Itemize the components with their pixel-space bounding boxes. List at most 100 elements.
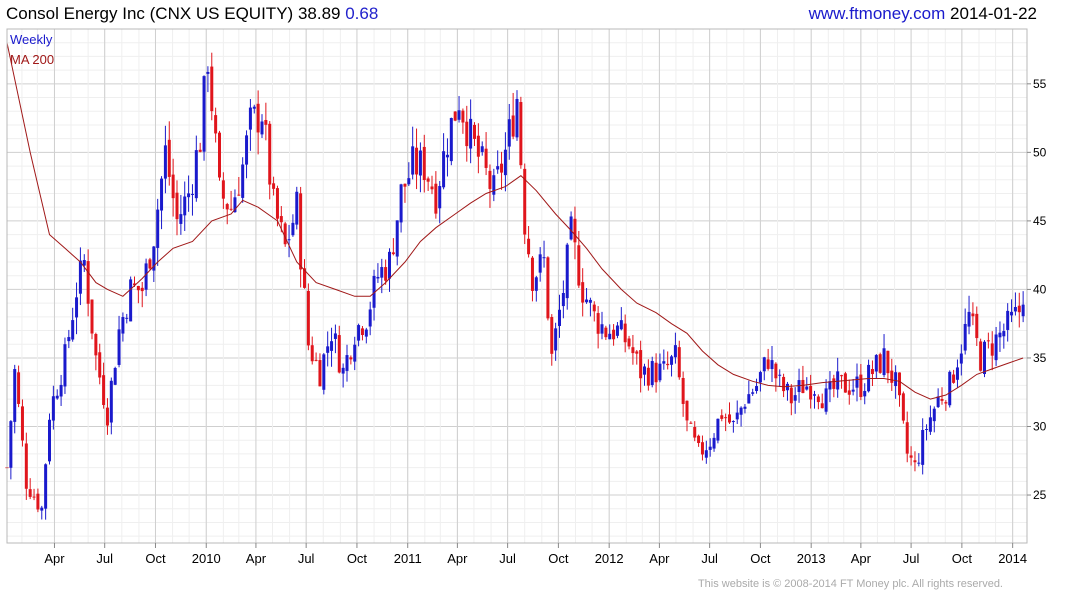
candle-down [689, 422, 693, 424]
x-tick-label: 2014 [998, 551, 1027, 566]
candle-up [51, 396, 55, 421]
candle-down [171, 174, 175, 199]
candle-up [747, 394, 751, 404]
candle-up [40, 507, 44, 511]
candle-down [94, 334, 98, 356]
candle-down [990, 343, 994, 356]
x-tick-label: Jul [96, 551, 113, 566]
candle-down [986, 340, 990, 342]
candle-down [264, 119, 268, 125]
candle-up [565, 244, 569, 299]
candle-down [627, 338, 631, 347]
candle-up [322, 354, 326, 390]
candle-down [820, 403, 824, 409]
candle-up [291, 222, 295, 236]
candle-down [32, 496, 36, 498]
candle-down [1017, 305, 1021, 313]
candle-down [422, 146, 426, 181]
x-tick-label: Oct [548, 551, 569, 566]
candle-up [418, 150, 422, 176]
candle-down [384, 267, 388, 281]
candle-down [901, 393, 905, 421]
candle-up [183, 196, 187, 216]
candle-up [1006, 310, 1010, 330]
candle-up [71, 320, 75, 340]
candle-up [395, 220, 399, 257]
x-tick-label: Apr [44, 551, 65, 566]
candle-up [650, 361, 654, 386]
candle-down [666, 363, 670, 366]
candle-down [859, 374, 863, 398]
candle-down [272, 183, 276, 189]
candle-down [140, 287, 144, 292]
x-tick-label: Apr [246, 551, 267, 566]
candle-up [179, 214, 183, 224]
candle-down [214, 115, 218, 134]
candle-down [349, 357, 353, 360]
candle-up [442, 151, 446, 188]
candle-up [113, 367, 117, 385]
candle-up [600, 324, 604, 334]
candle-up [380, 267, 384, 278]
candle-down [17, 372, 21, 404]
candle-down [237, 194, 241, 196]
candle-up [187, 193, 191, 198]
candle-down [511, 115, 515, 137]
candle-up [295, 191, 299, 225]
candle-up [48, 419, 51, 462]
candle-down [530, 257, 534, 291]
candle-up [785, 383, 789, 391]
candle-up [793, 395, 797, 401]
candle-up [357, 325, 361, 341]
candle-up [160, 178, 164, 211]
candle-up [469, 118, 473, 149]
candle-down [581, 282, 585, 303]
candle-down [905, 422, 909, 454]
candle-down [484, 148, 488, 168]
candle-down [898, 372, 901, 396]
x-tick-label: Oct [347, 551, 368, 566]
candle-down [102, 375, 106, 405]
candle-down [318, 360, 322, 387]
candle-up [364, 329, 368, 337]
x-tick-label: Jul [499, 551, 516, 566]
candle-up [959, 353, 963, 364]
candle-down [550, 317, 554, 354]
candle-up [569, 216, 573, 240]
y-tick-label: 50 [1033, 145, 1047, 159]
candle-up [376, 276, 380, 279]
candle-down [268, 123, 272, 185]
candle-up [438, 186, 442, 209]
candle-up [542, 257, 546, 259]
candle-up [704, 450, 708, 458]
candle-up [739, 407, 743, 415]
candle-down [646, 367, 650, 386]
candle-up [863, 390, 867, 397]
candle-up [716, 418, 720, 441]
candle-down [635, 351, 639, 354]
candle-up [851, 389, 855, 392]
candle-up [751, 392, 755, 394]
x-tick-label: Oct [750, 551, 771, 566]
candle-up [241, 164, 245, 198]
candle-down [975, 313, 979, 339]
candle-up [662, 361, 666, 364]
candle-down [677, 347, 681, 378]
candle-up [445, 154, 449, 158]
candle-up [507, 119, 511, 147]
candle-down [476, 135, 480, 157]
candle-down [870, 369, 874, 375]
candle-up [998, 332, 1002, 338]
candle-up [658, 363, 662, 381]
y-tick-label: 25 [1033, 488, 1047, 502]
candle-down [840, 375, 844, 377]
candle-down [148, 259, 152, 269]
candle-down [310, 345, 314, 362]
candle-down [816, 396, 820, 403]
candle-up [59, 384, 63, 397]
candle-up [492, 175, 496, 195]
candle-up [345, 355, 349, 371]
candle-down [218, 132, 221, 178]
candle-up [1021, 304, 1025, 317]
candle-up [190, 193, 194, 195]
